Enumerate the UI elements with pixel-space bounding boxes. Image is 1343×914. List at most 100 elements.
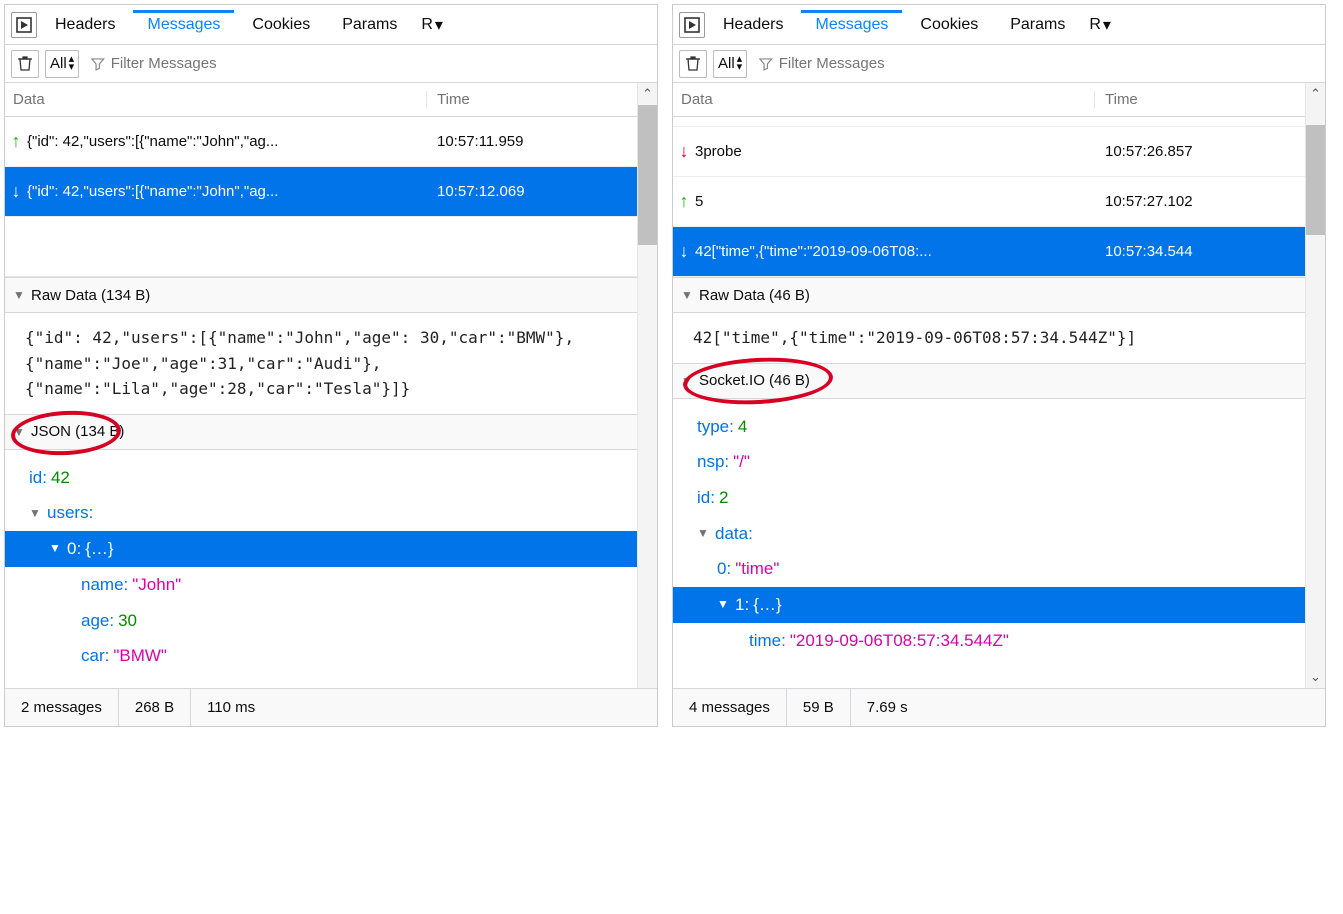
key-time: time: [749,623,786,659]
socketio-section-header[interactable]: ▼ Socket.IO (46 B) [673,363,1305,399]
chevron-down-icon: ▼ [681,374,693,388]
arrow-up-icon: ↑ [673,191,695,212]
all-filter-select[interactable]: All ▴▾ [713,50,747,78]
tree-row-id[interactable]: id: 42 [5,460,637,496]
tab-r-truncated[interactable]: R ▾ [1083,9,1117,41]
status-duration: 7.69 s [851,689,924,726]
tab-cookies[interactable]: Cookies [906,10,992,40]
tab-messages[interactable]: Messages [133,10,234,40]
run-button[interactable] [679,12,705,38]
tab-bar: Headers Messages Cookies Params R ▾ [5,5,657,45]
val-name: "John" [132,567,181,603]
col-header-data[interactable]: Data [5,91,427,108]
tree-row-data[interactable]: ▼ data: [673,516,1305,552]
clear-button[interactable] [11,50,39,78]
scroll-up-icon[interactable]: ⌃ [638,83,657,105]
message-row[interactable]: ↓ 42["time",{"time":"2019-09-06T08:... 1… [673,227,1305,277]
scroll-down-icon[interactable]: ⌄ [1306,666,1325,688]
chevron-down-icon: ▼ [717,592,731,617]
status-bar: 4 messages 59 B 7.69 s [673,688,1325,726]
raw-data-title: Raw Data (134 B) [31,287,150,304]
row-partial [673,117,1305,127]
message-data: {"id": 42,"users":[{"name":"John","ag... [27,183,427,200]
tab-r-label: R [421,16,433,34]
socketio-tree: type: 4 nsp: "/" id: 2 ▼ data: 0: "tim [673,399,1305,673]
raw-data-section-header[interactable]: ▼ Raw Data (134 B) [5,277,637,313]
scroll-thumb[interactable] [638,105,657,245]
empty-space [5,217,637,277]
tree-row-d0[interactable]: 0: "time" [673,551,1305,587]
key-type: type: [697,409,734,445]
scroll-thumb[interactable] [1306,125,1325,235]
sort-icon: ▴▾ [737,56,743,71]
json-section-header[interactable]: ▼ JSON (134 B) [5,414,637,450]
key-age: age: [81,603,114,639]
socketio-title: Socket.IO (46 B) [699,372,810,389]
tree-row-time[interactable]: time: "2019-09-06T08:57:34.544Z" [673,623,1305,659]
all-filter-select[interactable]: All ▴▾ [45,50,79,78]
clear-button[interactable] [679,50,707,78]
filter-box [85,50,651,78]
tab-params[interactable]: Params [996,10,1079,40]
message-row[interactable]: ↓ 3probe 10:57:26.857 [673,127,1305,177]
scrollbar[interactable]: ⌃ [637,83,657,688]
tab-headers[interactable]: Headers [41,10,129,40]
col-header-time[interactable]: Time [427,91,637,108]
tree-row-id[interactable]: id: 2 [673,480,1305,516]
val-age: 30 [118,603,137,639]
message-time: 10:57:11.959 [427,133,637,150]
message-row[interactable]: ↓ {"id": 42,"users":[{"name":"John","ag.… [5,167,637,217]
scroll-up-icon[interactable]: ⌃ [1306,83,1325,105]
key-id: id: [697,480,715,516]
val-nsp: "/" [733,444,750,480]
tab-bar: Headers Messages Cookies Params R ▾ [673,5,1325,45]
tab-messages[interactable]: Messages [801,10,902,40]
message-time: 10:57:26.857 [1095,143,1305,160]
val-time: "2019-09-06T08:57:34.544Z" [790,623,1009,659]
arrow-down-icon: ↓ [5,181,27,202]
col-header-time[interactable]: Time [1095,91,1305,108]
all-filter-label: All [50,55,67,72]
tree-row-users[interactable]: ▼ users: [5,495,637,531]
tree-row-age[interactable]: age: 30 [5,603,637,639]
tree-row-nsp[interactable]: nsp: "/" [673,444,1305,480]
key-data: data: [715,516,753,552]
raw-data-section-header[interactable]: ▼ Raw Data (46 B) [673,277,1305,313]
tab-cookies[interactable]: Cookies [238,10,324,40]
tab-r-truncated[interactable]: R ▾ [415,9,449,41]
val-0: {…} [85,531,113,567]
key-nsp: nsp: [697,444,729,480]
message-data: 3probe [695,143,1095,160]
devtools-panel-left: Headers Messages Cookies Params R ▾ All … [4,4,658,727]
status-size: 59 B [787,689,851,726]
message-row[interactable]: ↑ 5 10:57:27.102 [673,177,1305,227]
tree-row-car[interactable]: car: "BMW" [5,638,637,674]
tree-row-d1[interactable]: ▼ 1: {…} [673,587,1305,623]
message-list: ↑ {"id": 42,"users":[{"name":"John","ag.… [5,117,637,277]
tab-r-label: R [1089,16,1101,34]
col-header-data[interactable]: Data [673,91,1095,108]
chevron-down-icon: ▼ [13,288,25,302]
tree-row-item-0[interactable]: ▼ 0: {…} [5,531,637,567]
run-button[interactable] [11,12,37,38]
chevron-down-icon: ▼ [13,425,25,439]
status-message-count: 2 messages [5,689,119,726]
status-bar: 2 messages 268 B 110 ms [5,688,657,726]
message-data: {"id": 42,"users":[{"name":"John","ag... [27,133,427,150]
key-d1: 1: [735,587,749,623]
tab-headers[interactable]: Headers [709,10,797,40]
raw-data-body: 42["time",{"time":"2019-09-06T08:57:34.5… [673,313,1305,363]
filter-input[interactable] [779,55,1313,72]
tree-row-name[interactable]: name: "John" [5,567,637,603]
tab-params[interactable]: Params [328,10,411,40]
key-0: 0: [67,531,81,567]
tree-row-type[interactable]: type: 4 [673,409,1305,445]
scrollbar[interactable]: ⌃ ⌄ [1305,83,1325,688]
message-row[interactable]: ↑ {"id": 42,"users":[{"name":"John","ag.… [5,117,637,167]
table-header: Data Time [673,83,1305,117]
chevron-down-icon: ▼ [29,501,43,526]
json-title: JSON (134 B) [31,423,124,440]
val-id: 42 [51,460,70,496]
filter-input[interactable] [111,55,645,72]
chevron-down-icon: ▼ [49,536,63,561]
